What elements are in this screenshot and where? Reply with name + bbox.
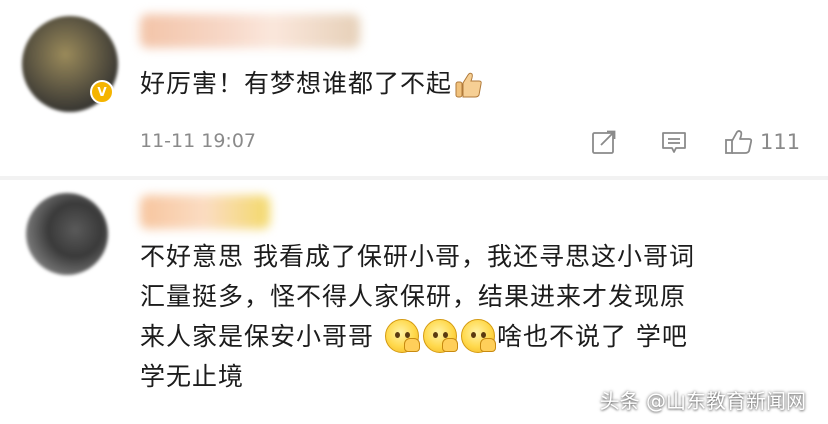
verified-badge-icon: V: [90, 80, 114, 104]
comment-body: 好厉害！有梦想谁都了不起: [140, 69, 453, 98]
comment-line-with-emoji: 来人家是保安小哥哥 啥也不说了 学吧: [140, 317, 810, 357]
comment-line: 不好意思 我看成了保研小哥，我还寻思这小哥词: [140, 242, 695, 271]
smug-emoji-icon: [422, 319, 458, 353]
smug-emoji-icon: [460, 319, 496, 353]
comment-item: 不好意思 我看成了保研小哥，我还寻思这小哥词 汇量挺多，怪不得人家保研，结果进来…: [0, 181, 828, 424]
comment-item: V 好厉害！有梦想谁都了不起 11-11 19:07 111: [0, 0, 828, 176]
timestamp: 11-11 19:07: [140, 130, 257, 152]
share-button[interactable]: [590, 128, 618, 156]
thumbs-up-icon: [725, 130, 753, 154]
like-button[interactable]: 111: [724, 128, 800, 156]
username-blurred[interactable]: [140, 195, 270, 229]
thumbs-up-emoji-icon: [454, 71, 484, 99]
comment-icon: [662, 132, 686, 153]
comment-meta: 11-11 19:07 111: [140, 128, 810, 156]
comment-line: 啥也不说了 学吧: [496, 322, 688, 351]
reply-button[interactable]: [660, 128, 688, 156]
comment-line: 汇量挺多，怪不得人家保研，结果进来才发现原: [140, 282, 687, 311]
watermark: 头条 @山东教育新闻网: [599, 389, 806, 413]
comment-text: 不好意思 我看成了保研小哥，我还寻思这小哥词 汇量挺多，怪不得人家保研，结果进来…: [140, 237, 810, 397]
comment-text: 好厉害！有梦想谁都了不起: [140, 64, 486, 104]
comment-line: 来人家是保安小哥哥: [140, 322, 375, 351]
divider: [0, 176, 828, 180]
username-blurred[interactable]: [140, 14, 360, 48]
like-count: 111: [760, 130, 801, 154]
smug-emoji-icon: [384, 319, 420, 353]
share-icon: [592, 130, 616, 154]
avatar[interactable]: [26, 193, 108, 275]
